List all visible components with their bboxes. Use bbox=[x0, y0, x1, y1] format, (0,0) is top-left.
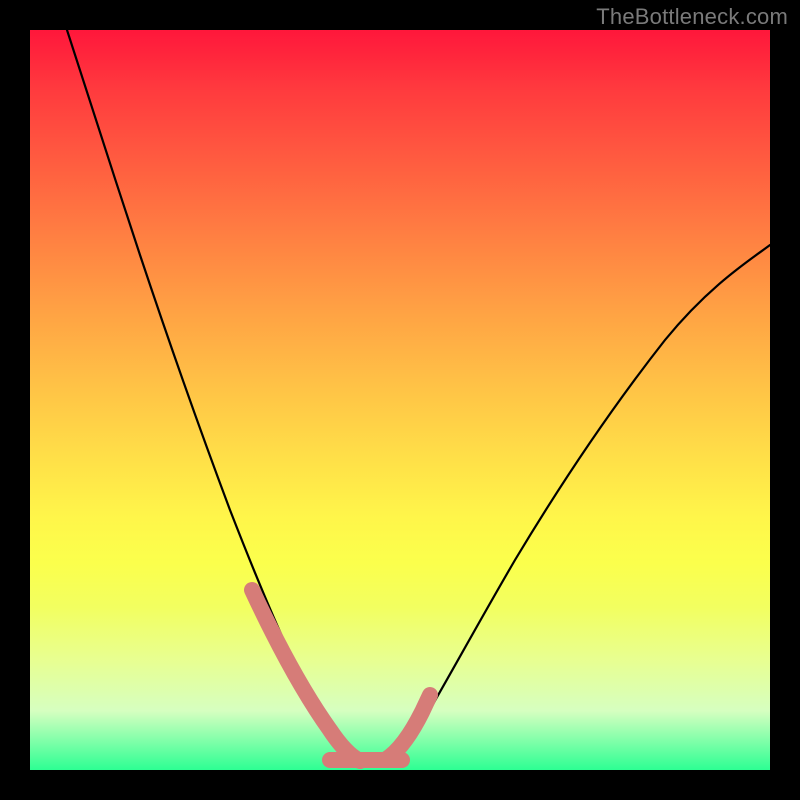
chart-frame: TheBottleneck.com bbox=[0, 0, 800, 800]
left-curve bbox=[67, 30, 360, 762]
watermark-text: TheBottleneck.com bbox=[596, 4, 788, 30]
highlight-left bbox=[252, 590, 360, 761]
plot-area bbox=[30, 30, 770, 770]
curves-svg bbox=[30, 30, 770, 770]
right-curve bbox=[385, 245, 770, 762]
highlight-right bbox=[385, 695, 430, 760]
